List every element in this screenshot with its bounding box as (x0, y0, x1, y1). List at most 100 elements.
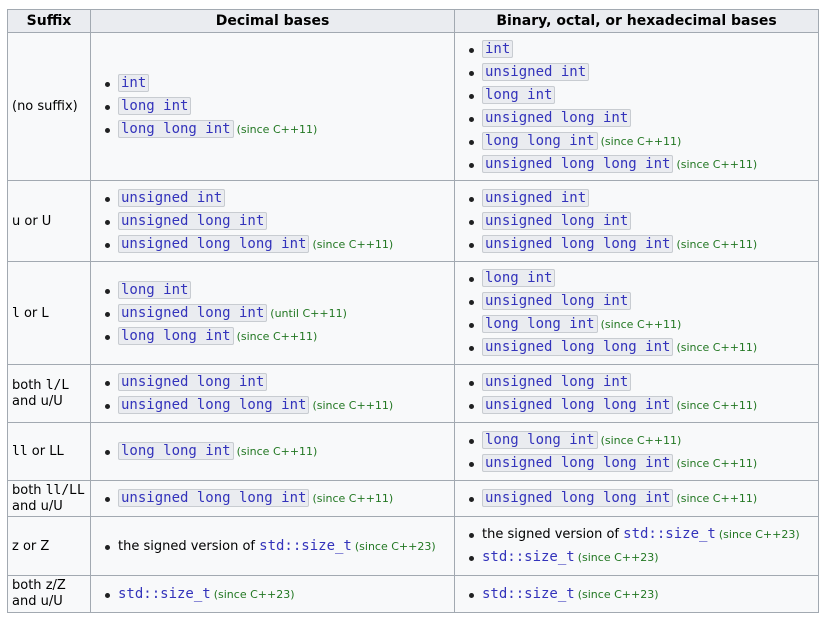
version-note: (since C++11) (236, 329, 318, 343)
list-item: unsigned long long int (since C++11) (467, 394, 814, 417)
suffix-cell: z or Z (7, 516, 91, 576)
type-code: unsigned int (482, 188, 590, 207)
type-code: long long int (482, 430, 598, 449)
list-item: long long int (since C++11) (103, 440, 450, 463)
type-code: unsigned long int (482, 211, 632, 230)
type-list: unsigned long long int (since C++11) (459, 487, 814, 510)
table-row: both l/L and u/U unsigned long int unsigne… (7, 364, 819, 423)
list-item: long long int (since C++11) (467, 313, 814, 336)
suffix-label: and u/U (12, 594, 63, 609)
type-code: long int (482, 85, 556, 104)
type-list: the signed version of std::size_t (since … (459, 523, 814, 569)
suffix-label: z or Z (12, 538, 50, 554)
type-list: std::size_t (since C++23) (95, 583, 450, 606)
type-link[interactable]: std::size_t (482, 549, 575, 565)
list-item: unsigned long long int (since C++11) (467, 487, 814, 510)
list-item: unsigned long long int (since C++11) (103, 487, 450, 510)
type-list: int unsigned int long int unsigned long int… (459, 38, 814, 176)
list-item: unsigned int (467, 187, 814, 210)
version-note: (since C++23) (718, 528, 800, 541)
list-item: unsigned long int (467, 107, 814, 130)
other-bases-cell: std::size_t (since C++23) (454, 575, 819, 613)
version-note: (since C++11) (600, 318, 682, 331)
suffix-label: and u/U (12, 393, 63, 409)
suffix-cell: both l/L and u/U (7, 364, 91, 423)
list-item: unsigned long int (467, 290, 814, 313)
type-code: long long int (482, 131, 598, 150)
table-row: both ll/LL and u/U unsigned long long int… (7, 480, 819, 517)
header-other-bases: Binary, octal, or hexadecimal bases (454, 9, 819, 33)
version-note: (since C++23) (577, 587, 659, 601)
type-list: unsigned long long int (since C++11) (95, 487, 450, 510)
version-note: (since C++11) (312, 492, 394, 505)
list-item: std::size_t (since C++23) (103, 583, 450, 606)
suffix-cell: (no suffix) (7, 32, 91, 181)
type-code: unsigned long int (482, 292, 632, 310)
list-item: long long int (since C++11) (467, 130, 814, 153)
type-code: unsigned long long int (118, 234, 310, 253)
type-code: unsigned long long int (118, 395, 310, 414)
other-bases-cell: unsigned long long int (since C++11) (454, 480, 819, 517)
type-code: long long int (118, 120, 234, 138)
suffix-label: and u/U (12, 498, 63, 514)
version-note: (since C++11) (676, 157, 758, 171)
type-code: long long int (482, 315, 598, 333)
version-note: (since C++11) (600, 433, 682, 447)
type-link[interactable]: std::size_t (118, 586, 211, 602)
type-code: unsigned long int (118, 303, 268, 322)
list-item: long int (103, 95, 450, 118)
type-link[interactable]: std::size_t (259, 538, 352, 554)
type-code: long int (118, 97, 192, 115)
suffix-label: z/Z (45, 578, 66, 593)
suffix-label: (no suffix) (12, 99, 78, 114)
version-note: (until C++11) (270, 306, 347, 320)
type-list: long int unsigned long int long long int (s… (459, 267, 814, 359)
type-code: unsigned int (118, 188, 226, 207)
type-code: unsigned int (482, 62, 590, 81)
type-list: the signed version of std::size_t (since … (95, 535, 450, 558)
description-text: the signed version of (118, 538, 260, 554)
table-row: u or U unsigned int unsigned long int unsi… (7, 180, 819, 262)
version-note: (since C++11) (676, 398, 758, 412)
list-item: std::size_t (since C++23) (467, 583, 814, 606)
suffix-cell: both z/Z and u/U (7, 575, 91, 613)
suffix-code: l/L (45, 377, 70, 393)
list-item: unsigned long int (467, 371, 814, 394)
type-link[interactable]: std::size_t (482, 586, 575, 602)
list-item: long int (467, 267, 814, 290)
decimal-cell: std::size_t (since C++23) (90, 575, 455, 613)
header-row: Suffix Decimal bases Binary, octal, or h… (7, 9, 819, 33)
suffix-label: L (41, 305, 49, 321)
type-code: unsigned long long int (482, 453, 674, 472)
type-code: unsigned long long int (482, 234, 674, 253)
type-code: unsigned long int (118, 372, 268, 391)
type-list: long int unsigned long int (until C++11) lo… (95, 279, 450, 348)
list-item: unsigned long int (467, 210, 814, 233)
list-item: int (103, 72, 450, 95)
other-bases-cell: long long int (since C++11) unsigned long … (454, 422, 819, 481)
type-code: long int (118, 280, 192, 299)
type-link[interactable]: std::size_t (623, 526, 716, 542)
version-note: (since C++11) (676, 341, 758, 354)
version-note: (since C++23) (213, 587, 295, 601)
table-row: (no suffix) int long int long long int (sin… (7, 32, 819, 181)
list-item: the signed version of std::size_t (since … (103, 535, 450, 558)
version-note: (since C++11) (312, 398, 394, 412)
type-code: unsigned long int (482, 372, 632, 391)
suffix-label: both (12, 482, 46, 498)
version-note: (since C++11) (312, 237, 394, 251)
type-code: long int (482, 269, 556, 287)
list-item: long int (467, 84, 814, 107)
list-item: long long int (since C++11) (103, 325, 450, 348)
type-list: long long int (since C++11) (95, 440, 450, 463)
decimal-cell: unsigned long long int (since C++11) (90, 480, 455, 517)
type-code: unsigned long long int (118, 489, 310, 507)
other-bases-cell: unsigned int unsigned long int unsigned lo… (454, 180, 819, 262)
suffix-code: ll/LL (45, 482, 85, 498)
suffix-label: or (19, 305, 42, 321)
suffix-label: both (12, 578, 46, 593)
header-decimal: Decimal bases (90, 9, 455, 33)
type-list: long long int (since C++11) unsigned long … (459, 429, 814, 475)
list-item: unsigned int (103, 187, 450, 210)
list-item: unsigned long int (until C++11) (103, 302, 450, 325)
